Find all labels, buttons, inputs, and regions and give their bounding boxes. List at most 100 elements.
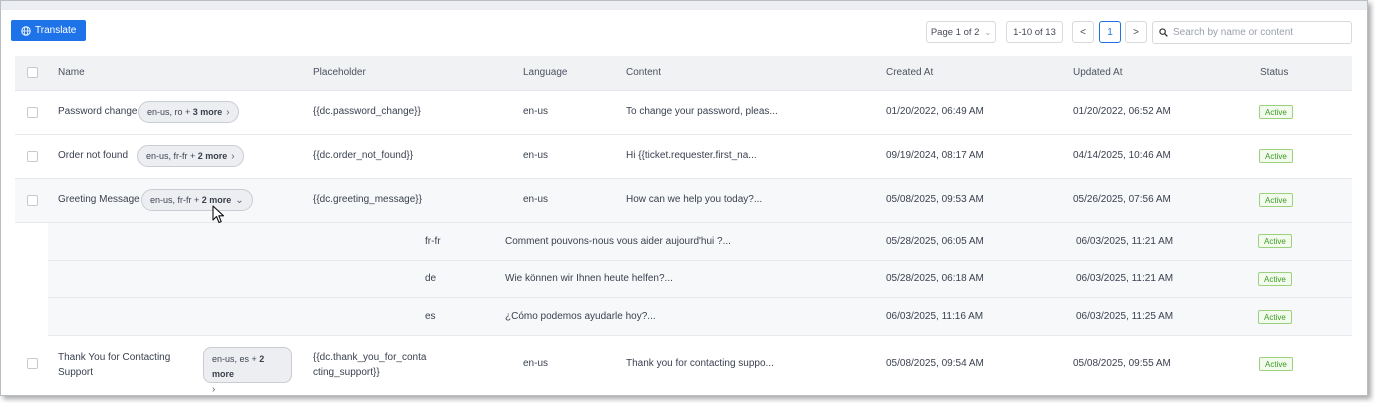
chevron-right-icon: › <box>231 150 235 162</box>
row-name[interactable]: Greeting Message <box>58 194 140 205</box>
row-name[interactable]: Order not found <box>58 150 128 161</box>
status-badge: Active <box>1258 234 1292 248</box>
page-1-button[interactable]: 1 <box>1099 21 1121 43</box>
row-created: 09/19/2024, 08:17 AM <box>886 150 984 161</box>
page-select-label: Page 1 of 2 <box>930 26 980 38</box>
variant-row[interactable]: fr-fr Comment pouvons-nous vous aider au… <box>48 223 1352 261</box>
variant-created: 05/28/2025, 06:05 AM <box>886 236 984 247</box>
row-updated: 05/26/2025, 07:56 AM <box>1073 194 1171 205</box>
table-header: Name Placeholder Language Content Create… <box>15 56 1352 91</box>
col-updated-at[interactable]: Updated At <box>1073 67 1122 78</box>
status-badge: Active <box>1259 149 1293 163</box>
pill-more: 2 more <box>197 151 228 161</box>
select-all-checkbox[interactable] <box>27 67 38 78</box>
variant-updated: 06/03/2025, 11:25 AM <box>1076 311 1174 322</box>
translate-label: Translate <box>35 25 77 36</box>
range-text: 1-10 of 13 <box>1013 26 1056 38</box>
status-badge: Active <box>1259 193 1293 207</box>
variant-row[interactable]: es ¿Cómo podemos ayudarle hoy?... 06/03/… <box>48 298 1352 336</box>
content-library-window: Translate Page 1 of 2 ⌄ 1-10 of 13 < 1 >… <box>0 0 1368 396</box>
search-box[interactable] <box>1152 21 1352 44</box>
row-placeholder: {{dc.greeting_message}} <box>313 194 422 205</box>
row-language: en-us <box>523 150 549 161</box>
chevron-right-icon: > <box>1133 26 1139 38</box>
search-icon <box>1159 28 1168 37</box>
row-name[interactable]: Thank You for Contacting Support <box>58 350 170 380</box>
col-created-at[interactable]: Created At <box>886 67 933 78</box>
row-placeholder: {{dc.order_not_found}} <box>313 150 414 161</box>
row-checkbox[interactable] <box>27 358 38 369</box>
row-created: 05/08/2025, 09:54 AM <box>886 358 984 369</box>
row-updated: 04/14/2025, 10:46 AM <box>1073 150 1171 161</box>
next-page-button[interactable]: > <box>1125 21 1147 43</box>
language-pill[interactable]: en-us, ro + 3 more › <box>138 101 239 123</box>
variant-content: ¿Cómo podemos ayudarle hoy?... <box>505 311 656 322</box>
row-checkbox[interactable] <box>27 151 38 162</box>
pill-langs: en-us, fr-fr + <box>146 151 198 161</box>
variant-created: 05/28/2025, 06:18 AM <box>886 273 984 284</box>
status-badge: Active <box>1259 105 1293 119</box>
row-checkbox[interactable] <box>27 195 38 206</box>
col-content[interactable]: Content <box>626 67 661 78</box>
pill-more: 2 more <box>201 195 232 205</box>
toolbar: Translate Page 1 of 2 ⌄ 1-10 of 13 < 1 > <box>1 10 1367 56</box>
table-row[interactable]: Order not found en-us, fr-fr + 2 more › … <box>15 135 1352 179</box>
language-pill[interactable]: en-us, es + 2 more › <box>203 347 292 395</box>
row-content: To change your password, pleas... <box>626 106 778 117</box>
row-language: en-us <box>523 106 549 117</box>
page-select[interactable]: Page 1 of 2 ⌄ <box>926 21 996 43</box>
row-name-line2: Support <box>58 367 94 378</box>
row-updated: 01/20/2022, 06:52 AM <box>1073 106 1171 117</box>
row-created: 05/08/2025, 09:53 AM <box>886 194 984 205</box>
chevron-down-icon: ⌄ <box>984 27 992 37</box>
pill-langs: en-us, ro + <box>147 107 193 117</box>
row-content: Thank you for contacting suppo... <box>626 358 774 369</box>
language-pill[interactable]: en-us, fr-fr + 2 more › <box>137 145 244 167</box>
variant-language: de <box>425 273 437 284</box>
variant-language: fr-fr <box>425 236 441 247</box>
pill-langs: en-us, fr-fr + <box>150 195 202 205</box>
page-number: 1 <box>1107 26 1113 38</box>
translate-button[interactable]: Translate <box>11 20 87 41</box>
col-name[interactable]: Name <box>58 67 85 78</box>
top-strip <box>1 1 1367 10</box>
row-placeholder: {{dc.password_change}} <box>313 106 421 117</box>
variant-row[interactable]: de Wie können wir Ihnen heute helfen?...… <box>48 261 1352 298</box>
status-badge: Active <box>1259 357 1293 371</box>
variant-content: Wie können wir Ihnen heute helfen?... <box>505 273 673 284</box>
row-content: Hi {{ticket.requester.first_na... <box>626 150 757 161</box>
row-updated: 05/08/2025, 09:55 AM <box>1073 358 1171 369</box>
placeholder-line1: {{dc.thank_you_for_conta <box>313 352 427 363</box>
row-name[interactable]: Password change <box>58 106 138 117</box>
variant-content: Comment pouvons-nous vous aider aujourd'… <box>505 236 731 247</box>
row-language: en-us <box>523 358 549 369</box>
mouse-pointer-icon <box>212 205 225 224</box>
pill-more: 3 more <box>192 107 223 117</box>
chevron-left-icon: < <box>1080 26 1086 38</box>
status-badge: Active <box>1258 310 1292 324</box>
globe-icon <box>21 25 31 36</box>
search-input[interactable] <box>1173 27 1343 38</box>
prev-page-button[interactable]: < <box>1072 21 1094 43</box>
range-indicator: 1-10 of 13 <box>1006 21 1063 43</box>
row-checkbox[interactable] <box>27 107 38 118</box>
table-row[interactable]: Thank You for Contacting Support en-us, … <box>15 336 1352 395</box>
col-placeholder[interactable]: Placeholder <box>313 67 366 78</box>
variant-created: 06/03/2025, 11:16 AM <box>886 311 984 322</box>
row-content: How can we help you today?... <box>626 194 763 205</box>
row-placeholder: {{dc.thank_you_for_conta cting_support}} <box>313 350 426 380</box>
row-name-line1: Thank You for Contacting <box>58 352 171 363</box>
row-language: en-us <box>523 194 549 205</box>
chevron-right-icon: › <box>226 106 230 118</box>
row-created: 01/20/2022, 06:49 AM <box>886 106 984 117</box>
col-language[interactable]: Language <box>523 67 568 78</box>
col-status[interactable]: Status <box>1260 67 1288 78</box>
table-row[interactable]: Password change en-us, ro + 3 more › {{d… <box>15 91 1352 135</box>
pill-langs: en-us, es + <box>212 354 260 364</box>
language-pill[interactable]: en-us, fr-fr + 2 more ⌄ <box>141 189 253 211</box>
chevron-down-icon: ⌄ <box>235 194 244 206</box>
status-badge: Active <box>1258 272 1292 286</box>
variant-updated: 06/03/2025, 11:21 AM <box>1076 273 1174 284</box>
chevron-right-icon: › <box>212 384 216 395</box>
variant-updated: 06/03/2025, 11:21 AM <box>1076 236 1174 247</box>
